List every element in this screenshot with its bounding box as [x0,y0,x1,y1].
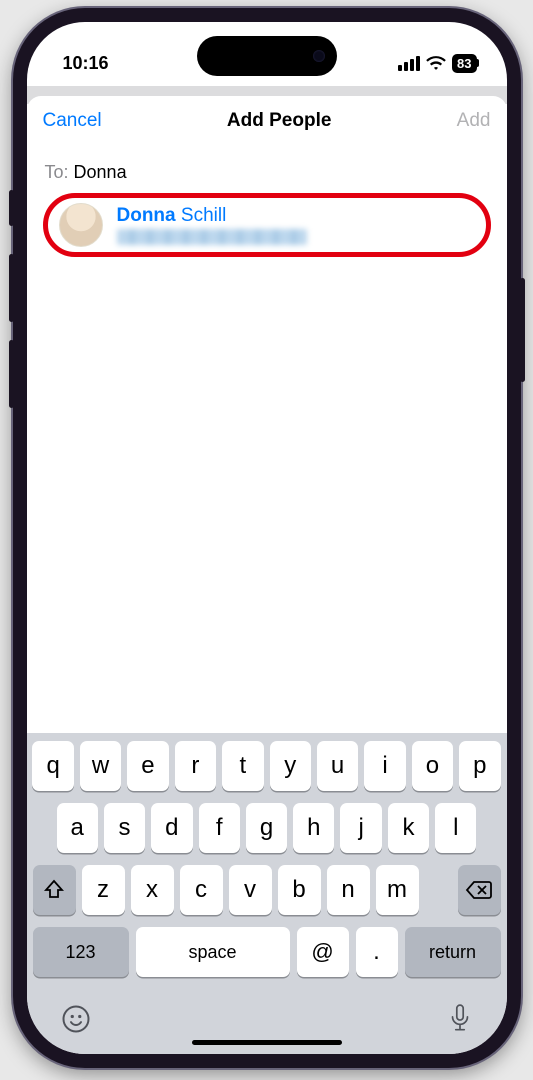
key-y[interactable]: y [270,741,311,791]
key-z[interactable]: z [82,865,125,915]
key-i[interactable]: i [364,741,405,791]
key-e[interactable]: e [127,741,168,791]
wifi-icon [426,55,446,71]
keyboard-row-2: asdfghjkl [33,803,501,853]
key-j[interactable]: j [340,803,381,853]
contact-last-name: Schill [181,205,226,226]
key-p[interactable]: p [459,741,500,791]
status-time: 10:16 [63,53,109,74]
key-r[interactable]: r [175,741,216,791]
mic-icon[interactable] [447,1003,473,1040]
numbers-key[interactable]: 123 [33,927,129,977]
at-key[interactable]: @ [297,927,349,977]
cellular-icon [398,56,420,71]
contact-suggestion-wrap: Donna Schill [27,193,507,257]
key-x[interactable]: x [131,865,174,915]
volume-up-button [9,254,14,322]
key-n[interactable]: n [327,865,370,915]
key-u[interactable]: u [317,741,358,791]
dynamic-island [197,36,337,76]
to-input-value: Donna [74,162,127,182]
to-label: To: [45,162,69,182]
modal-header: Cancel Add People Add [27,96,507,146]
key-k[interactable]: k [388,803,429,853]
phone-frame: 10:16 83 Cancel Add People Add To: Donna [13,8,521,1068]
key-g[interactable]: g [246,803,287,853]
shift-key[interactable] [33,865,76,915]
key-l[interactable]: l [435,803,476,853]
contact-name: Donna Schill [117,205,307,227]
key-o[interactable]: o [412,741,453,791]
power-button [520,278,525,382]
key-s[interactable]: s [104,803,145,853]
keyboard-row-4: 123 space @ . return [33,927,501,977]
key-w[interactable]: w [80,741,121,791]
contact-first-name: Donna [117,205,176,226]
space-key[interactable]: space [136,927,290,977]
keyboard-row-3: zxcvbnm [33,865,501,915]
keyboard-row-1: qwertyuiop [33,741,501,791]
key-a[interactable]: a [57,803,98,853]
home-indicator[interactable] [192,1040,342,1045]
cancel-button[interactable]: Cancel [43,110,102,132]
key-c[interactable]: c [180,865,223,915]
add-button[interactable]: Add [457,110,491,132]
key-d[interactable]: d [151,803,192,853]
to-field[interactable]: To: Donna [27,146,507,193]
modal-title: Add People [227,110,332,132]
key-h[interactable]: h [293,803,334,853]
silence-switch [9,190,14,226]
screen: 10:16 83 Cancel Add People Add To: Donna [27,22,507,1054]
volume-down-button [9,340,14,408]
key-t[interactable]: t [222,741,263,791]
key-f[interactable]: f [199,803,240,853]
key-q[interactable]: q [32,741,73,791]
key-m[interactable]: m [376,865,419,915]
contact-suggestion[interactable]: Donna Schill [41,193,493,257]
return-key[interactable]: return [405,927,501,977]
dot-key[interactable]: . [356,927,398,977]
key-v[interactable]: v [229,865,272,915]
backspace-key[interactable] [458,865,501,915]
emoji-icon[interactable] [61,1004,91,1039]
contact-detail-redacted [117,229,307,245]
avatar [59,203,103,247]
battery-indicator: 83 [452,54,476,73]
key-b[interactable]: b [278,865,321,915]
keyboard: qwertyuiop asdfghjkl zxcvbnm 123 space @… [27,733,507,1054]
